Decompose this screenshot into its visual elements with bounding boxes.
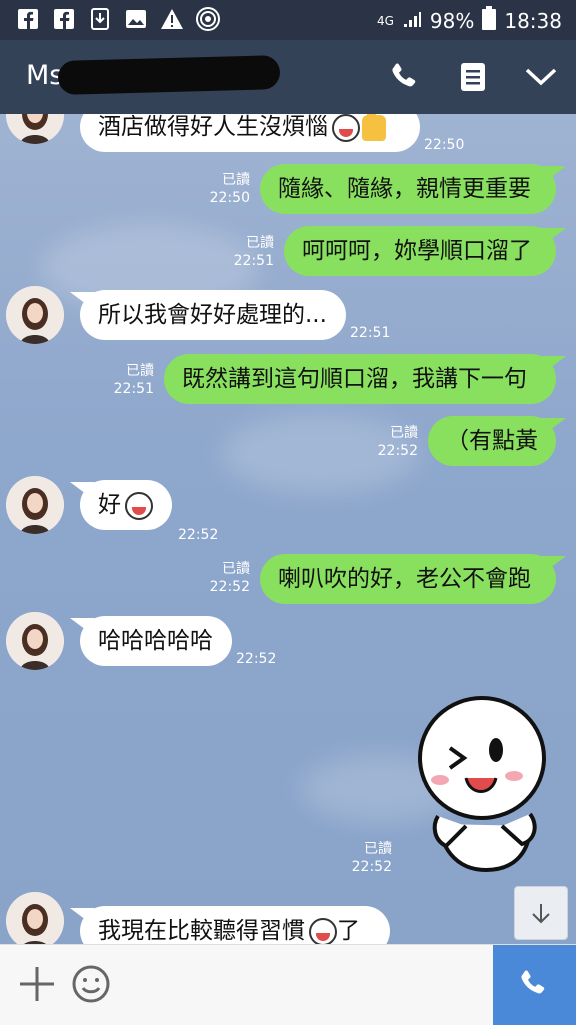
contact-avatar[interactable] [6, 286, 64, 344]
message-text: （有點黃 [446, 428, 538, 454]
add-button[interactable] [16, 963, 58, 1005]
message-meta: 已讀 22:52 [210, 560, 250, 596]
message-time: 22:52 [236, 651, 277, 667]
phone-icon [520, 970, 544, 994]
status-indicators: 4G 98% 18:38 [377, 6, 562, 35]
facebook-icon [16, 7, 40, 31]
download-icon [88, 7, 112, 31]
message-bubble-incoming[interactable]: 酒店做得好人生沒煩惱 [70, 114, 420, 152]
message-text: 呵呵呵，妳學順口溜了 [302, 238, 532, 264]
message-time: 22:52 [377, 443, 418, 459]
message-text: 既然講到這句順口溜，我講下一句 [182, 366, 527, 392]
menu-expand-button[interactable] [524, 60, 558, 94]
message-text-suffix: 了 [337, 918, 360, 944]
message-time: 22:50 [209, 190, 250, 206]
status-bar: 4G 98% 18:38 [0, 0, 576, 40]
message-text: 好 [98, 492, 121, 518]
clock: 18:38 [504, 8, 562, 33]
plus-icon [20, 967, 54, 1001]
grin-emoji [125, 491, 153, 520]
read-receipt: 已讀 [246, 235, 274, 251]
thumbs-up-emoji [362, 114, 386, 141]
voice-call-button[interactable] [493, 945, 576, 1025]
battery-icon [482, 6, 497, 35]
hotspot-icon [196, 7, 220, 31]
input-bar [0, 944, 576, 1025]
message-bubble-outgoing[interactable]: 呵呵呵，妳學順口溜了 [284, 226, 566, 276]
message-time: 22:52 [351, 859, 392, 875]
message-time: 22:51 [350, 325, 391, 341]
contact-avatar[interactable] [6, 612, 64, 670]
contact-avatar[interactable] [6, 476, 64, 534]
message-bubble-outgoing[interactable]: 既然講到這句順口溜，我講下一句 [164, 354, 566, 404]
arrow-down-icon [532, 904, 550, 924]
chevron-down-icon [525, 68, 557, 86]
read-receipt: 已讀 [390, 425, 418, 441]
message-meta: 已讀 22:52 [378, 424, 418, 460]
redaction-scribble [57, 55, 281, 95]
message-time: 22:51 [233, 253, 274, 269]
message-meta: 已讀 22:51 [234, 234, 274, 270]
header-actions [388, 60, 558, 94]
message-bubble-incoming[interactable]: 哈哈哈哈哈 [70, 616, 232, 666]
facebook-icon [52, 7, 76, 31]
message-text: 隨緣、隨緣，親情更重要 [278, 176, 531, 202]
phone-icon [392, 63, 416, 87]
message-bubble-outgoing[interactable]: 隨緣、隨緣，親情更重要 [260, 164, 566, 214]
message-text: 酒店做得好人生沒煩惱 [98, 114, 328, 140]
message-time: 22:51 [113, 381, 154, 397]
image-icon [124, 7, 148, 31]
message-text: 所以我會好好處理的... [98, 302, 327, 328]
message-bubble-incoming[interactable]: 我現在比較聽得習慣 了 [70, 906, 390, 944]
read-receipt: 已讀 [126, 363, 154, 379]
message-bubble-outgoing[interactable]: （有點黃 [428, 416, 566, 466]
message-time: 22:52 [209, 579, 250, 595]
notes-icon [461, 63, 485, 91]
message-text: 哈哈哈哈哈 [98, 628, 213, 654]
chat-area[interactable]: 酒店做得好人生沒煩惱 22:50 已讀 22:50 隨緣、隨緣，親情更重要 已讀… [0, 114, 576, 944]
grimace-emoji [309, 917, 337, 944]
message-meta: 已讀 22:50 [210, 171, 250, 207]
grin-emoji [332, 114, 360, 142]
message-text: 我現在比較聽得習慣 [98, 918, 305, 944]
notes-button[interactable] [456, 60, 490, 94]
message-time: 22:52 [178, 527, 219, 543]
contact-avatar[interactable] [6, 892, 64, 944]
network-type: 4G [376, 13, 394, 28]
contact-avatar[interactable] [6, 114, 64, 144]
emoji-button[interactable] [70, 963, 112, 1005]
message-meta: 已讀 22:51 [114, 362, 154, 398]
read-receipt: 已讀 [364, 841, 392, 857]
winking-character-sticker[interactable] [410, 688, 564, 878]
signal-icon [402, 9, 422, 33]
message-meta: 已讀 22:52 [352, 840, 392, 876]
message-text: 喇叭吹的好，老公不會跑 [278, 566, 531, 592]
battery-percent: 98% [429, 8, 475, 33]
message-time: 22:50 [424, 137, 465, 153]
message-bubble-incoming[interactable]: 好 [70, 480, 172, 530]
read-receipt: 已讀 [222, 561, 250, 577]
status-icons [16, 7, 220, 31]
scroll-to-bottom-button[interactable] [514, 886, 568, 940]
call-button[interactable] [388, 60, 422, 94]
message-bubble-outgoing[interactable]: 喇叭吹的好，老公不會跑 [260, 554, 566, 604]
chat-header: Ms [0, 40, 576, 114]
message-bubble-incoming[interactable]: 所以我會好好處理的... [70, 290, 346, 340]
warning-icon [160, 7, 184, 31]
smiley-icon [72, 965, 110, 1003]
read-receipt: 已讀 [222, 172, 250, 188]
